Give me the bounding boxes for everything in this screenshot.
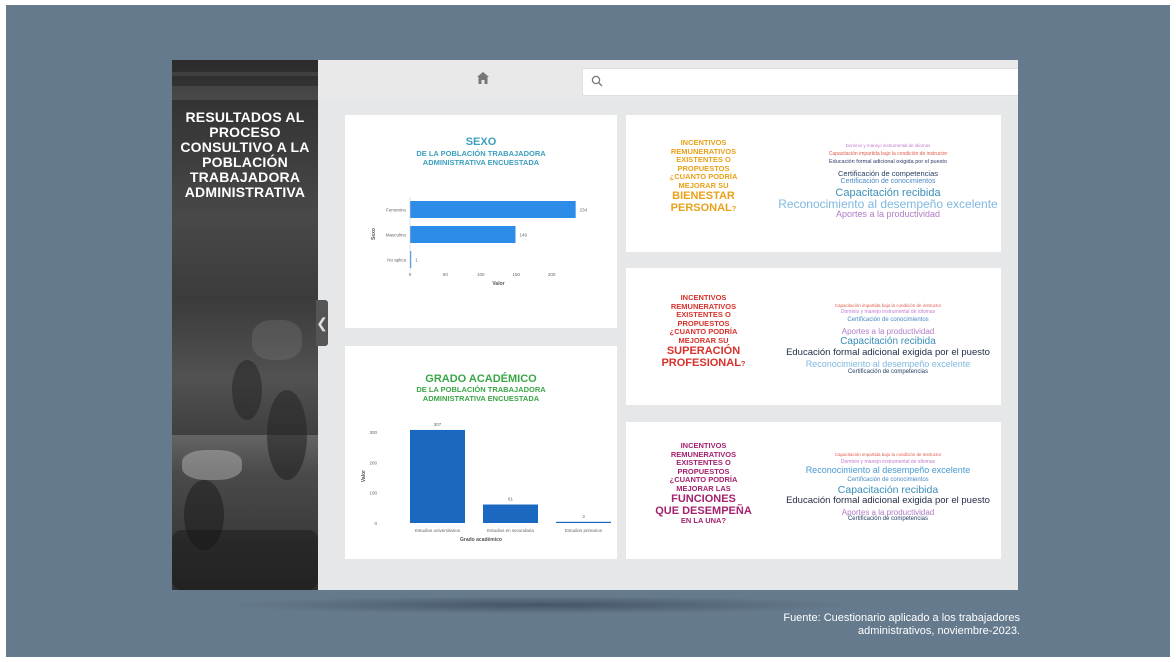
wordcloud-term: Educación formal adicional exigida por e… (828, 159, 948, 165)
wordcloud-term: Capacitación recibida (840, 336, 936, 347)
panel-question: INCENTIVOS REMUNERATIVOS EXISTENTES O PROPU… (636, 293, 771, 370)
x-tick-label: 150 (512, 272, 520, 277)
panel-question: INCENTIVOS REMUNERATIVOS EXISTENTES O PROPU… (636, 138, 771, 215)
bar-1 (483, 504, 538, 523)
wordcloud-term: Reconocimiento al desempeño excelente (805, 359, 971, 369)
y-axis-label: Valor (361, 470, 367, 482)
wordcloud-term: Educación formal adicional exigida por e… (786, 495, 990, 506)
data-label: 61 (508, 497, 514, 502)
x-axis-label: Valor (492, 281, 504, 287)
data-label: 149 (519, 233, 527, 238)
panel-question: INCENTIVOS REMUNERATIVOS EXISTENTES O PROPU… (636, 441, 771, 526)
sidebar-title: RESULTADOS AL PROCESO CONSULTIVO A LA PO… (180, 109, 310, 200)
y-tick-label: 0 (374, 521, 377, 526)
search-icon (591, 75, 603, 87)
question-emphasis: PROFESIONAL? (661, 357, 746, 369)
wordcloud-term: Educación formal adicional exigida por e… (786, 347, 990, 358)
wordcloud-panel-bienestar: INCENTIVOS REMUNERATIVOS EXISTENTES O PROPU… (626, 115, 1001, 252)
sexo-chart-card: SEXO DE LA POBLACIÓN TRABAJADORA ADMINIS… (345, 115, 617, 328)
y-tick-label: 200 (369, 460, 377, 465)
wordcloud-term: Dominio y manejo instrumental de idiomas (845, 143, 931, 148)
question-emphasis: BIENESTAR (672, 190, 735, 202)
wordcloud-term: Certificación de conocimientos (847, 317, 929, 323)
data-label: 3 (582, 514, 585, 519)
wordcloud-term: Certificación de competencias (847, 516, 929, 522)
y-tick-label: 100 (369, 491, 377, 496)
wordcloud-term: Certificación de conocimientos (840, 178, 936, 185)
x-tick-label: 50 (443, 272, 449, 277)
wordcloud-term: Capacitación impartida bajo la condición… (834, 452, 942, 457)
wordcloud-term: Capacitación impartida bajo la condición… (828, 151, 948, 157)
home-icon[interactable] (476, 71, 490, 85)
grado-chart-card: GRADO ACADÉMICO DE LA POBLACIÓN TRABAJAD… (345, 346, 617, 559)
question-mark: ? (740, 359, 746, 368)
data-label: 307 (434, 422, 442, 427)
y-tick-label: 300 (369, 430, 377, 435)
y-tick-label: Masculino (386, 233, 407, 238)
data-label: 234 (580, 208, 588, 213)
y-tick-label: No aplica (387, 258, 406, 263)
wordcloud-term: Certificación de conocimientos (847, 477, 929, 483)
source-note: Fuente: Cuestionario aplicado a los trab… (740, 612, 1020, 638)
bar-2 (556, 521, 611, 523)
x-tick-label: Estudios primarios (565, 528, 603, 533)
sidebar-collapse-tab[interactable]: ❮ (316, 300, 328, 346)
dashboard-frame: RESULTADOS AL PROCESO CONSULTIVO A LA PO… (172, 60, 1018, 590)
sexo-bar-chart: Femenino 234 Masculino 149 No aplica 1 0 50 100 1… (371, 197, 588, 287)
question-mark: ? (731, 204, 737, 213)
grado-bar-chart: 0 100 200 300 307 Estudios universitarios 61 Es… (361, 422, 611, 543)
wordcloud-term: Aportes a la productividad (835, 209, 941, 219)
wordcloud-term: Reconocimiento al desempeño excelente (805, 465, 971, 475)
bar-0 (410, 201, 576, 218)
x-tick-label: Estudios en secundaria (487, 528, 534, 533)
x-axis-label: Grado académico (460, 537, 502, 543)
x-tick-label: 200 (548, 272, 556, 277)
data-label: 1 (415, 258, 418, 263)
search-input[interactable] (582, 68, 1018, 96)
wordcloud-term: Certificación de competencias (847, 369, 929, 375)
wordcloud-panel-funciones: INCENTIVOS REMUNERATIVOS EXISTENTES O PROPU… (626, 422, 1001, 559)
wordcloud-term: Dominio y manejo instrumental de idiomas (840, 309, 936, 315)
question-line: MEJORAR SU (678, 335, 729, 345)
y-axis-label: Sexo (371, 228, 377, 240)
y-tick-label: Femenino (386, 208, 407, 213)
question-line: MEJORAR LAS (676, 483, 731, 493)
x-tick-label: Estudios universitarios (415, 528, 461, 533)
bar-1 (410, 226, 516, 243)
top-bar (318, 60, 1018, 98)
wordcloud-term: Aportes a la productividad (841, 327, 935, 336)
wordcloud-term: Capacitación impartida bajo la condición… (834, 303, 942, 308)
question-line: EN LA UNA? (680, 516, 727, 525)
question-line: MEJORAR SU (678, 180, 729, 190)
source-line-2: administrativos, noviembre-2023. (857, 625, 1020, 637)
bar-0 (410, 429, 465, 523)
question-emphasis: PERSONAL? (670, 202, 737, 214)
question-emphasis: SUPERACIÓN (666, 345, 741, 357)
x-tick-label: 100 (477, 272, 485, 277)
x-tick-label: 0 (409, 272, 412, 277)
wordcloud-panel-superacion: INCENTIVOS REMUNERATIVOS EXISTENTES O PROPU… (626, 268, 1001, 405)
source-line-1: Fuente: Cuestionario aplicado a los trab… (783, 612, 1020, 624)
question-emphasis: FUNCIONES (671, 493, 736, 505)
